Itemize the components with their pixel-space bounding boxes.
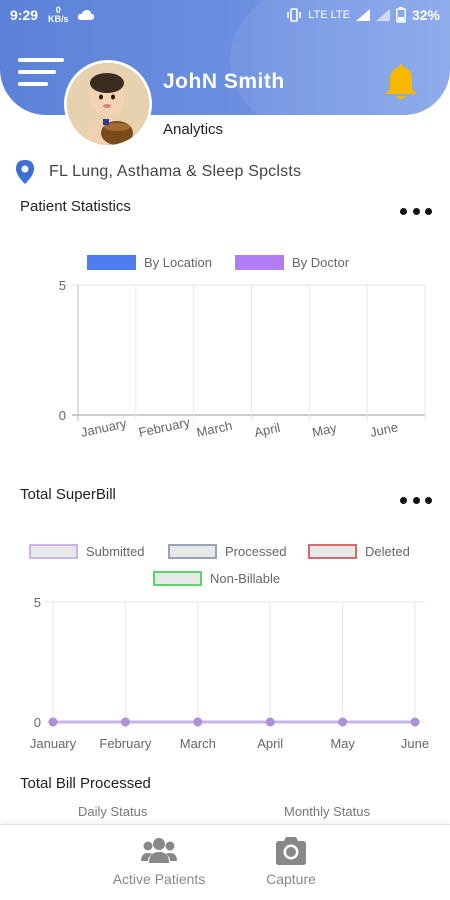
data-point [410,717,420,727]
x-tick-label: January [79,416,128,440]
legend-swatch-by-location [87,255,136,270]
nav-active-patients[interactable]: Active Patients [94,825,224,900]
data-speed: 0 KB/s [48,6,69,24]
x-tick-label: February [99,736,152,751]
page-title: Analytics [163,121,224,138]
status-right: LTE LTE 32% [286,7,440,23]
legend-swatch-processed [168,544,217,559]
legend-by-doctor[interactable]: By Doctor [235,255,349,270]
patient-statistics-chart: 0 5 January February March April May June [59,278,426,440]
vibrate-icon [287,8,301,22]
legend-swatch-non-billable [153,571,202,586]
users-icon [141,838,177,863]
battery-icon [396,7,406,23]
bell-icon[interactable] [381,61,421,103]
status-time: 9:29 [10,7,39,23]
signal-icon [355,9,370,21]
legend-swatch-by-doctor [235,255,284,270]
data-point [120,717,130,727]
legend-submitted[interactable]: Submitted [29,544,145,559]
legend-by-location[interactable]: By Location [87,255,212,270]
x-tick-label: January [30,736,77,751]
nav-capture[interactable]: Capture [226,825,356,900]
network-type: LTE LTE [308,9,350,21]
monthly-status-label: Monthly Status [284,804,370,819]
y-tick-label: 0 [34,715,41,730]
avatar-image [67,63,149,145]
data-point [193,717,203,727]
patient-statistics-more-icon[interactable] [400,206,432,216]
legend-processed[interactable]: Processed [168,544,286,559]
legend-label-by-location: By Location [144,255,212,270]
user-name: JohN Smith [163,70,285,93]
nav-active-patients-label: Active Patients [112,871,206,887]
total-superbill-title: Total SuperBill [20,486,116,503]
y-tick-label: 5 [34,595,41,610]
y-tick-label: 0 [59,408,66,423]
legend-label-submitted: Submitted [86,544,145,559]
legend-label-deleted: Deleted [365,544,410,559]
total-superbill-chart: 0 5 January February March April May June [30,595,429,751]
data-point [338,717,348,727]
x-tick-label: March [195,418,233,440]
x-tick-label: May [330,736,355,751]
legend-swatch-deleted [308,544,357,559]
battery-percent: 32% [411,7,440,23]
x-tick-label: April [253,420,282,440]
camera-icon [276,837,306,865]
legend-label-non-billable: Non-Billable [210,571,281,586]
location-name: FL Lung, Asthama & Sleep Spclsts [49,163,302,180]
nav-capture-label: Capture [266,871,316,887]
location-selector[interactable]: FL Lung, Asthama & Sleep Spclsts [14,159,301,185]
y-tick-label: 5 [59,278,66,293]
patient-statistics-title: Patient Statistics [20,198,131,215]
legend-label-processed: Processed [225,544,287,559]
status-bar: 9:29 0 KB/s LTE LTE 32% [0,0,450,30]
legend-non-billable[interactable]: Non-Billable [153,571,280,586]
data-point [265,717,275,727]
daily-status-label: Daily Status [78,804,148,819]
total-bill-processed-title: Total Bill Processed [20,775,151,792]
x-tick-label: June [401,736,429,751]
cloud-icon [77,10,94,20]
legend-swatch-submitted [29,544,78,559]
x-tick-label: May [311,420,339,440]
data-point [48,717,58,727]
legend-deleted[interactable]: Deleted [308,544,410,559]
bottom-navigation: Active Patients Capture [0,824,450,900]
legend-label-by-doctor: By Doctor [292,255,350,270]
signal-icon-2 [375,9,390,21]
hamburger-icon[interactable] [18,58,64,88]
data-speed-unit: KB/s [48,14,69,24]
avatar[interactable] [64,60,152,148]
x-tick-label: February [137,414,191,440]
x-tick-label: April [257,736,283,751]
x-tick-label: June [369,419,400,440]
total-superbill-more-icon[interactable] [400,495,432,505]
location-pin-icon [16,160,34,184]
x-tick-label: March [180,736,216,751]
